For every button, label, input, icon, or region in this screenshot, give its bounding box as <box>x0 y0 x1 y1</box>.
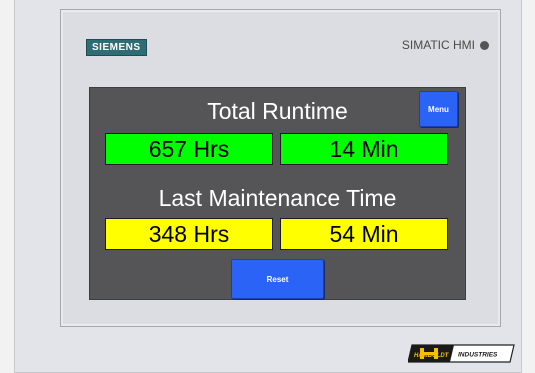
svg-text:HAMBOLDT: HAMBOLDT <box>414 353 450 359</box>
total-runtime-heading: Total Runtime <box>207 98 348 124</box>
status-led-icon <box>480 40 489 50</box>
last-maintenance-minutes: 54 Min <box>280 218 448 250</box>
company-logo: HAMBOLDT INDUSTRIES <box>408 343 516 364</box>
total-runtime-minutes: 14 Min <box>280 133 448 165</box>
svg-text:INDUSTRIES: INDUSTRIES <box>458 352 498 359</box>
reset-button[interactable]: Reset <box>231 259 324 299</box>
siemens-logo: SIEMENS <box>86 39 147 56</box>
hmi-screen: Total Runtime Menu 657 Hrs 14 Min Last M… <box>89 87 466 300</box>
model-name: SIMATIC HMI <box>401 38 475 52</box>
total-runtime-hours: 657 Hrs <box>105 133 273 165</box>
last-maintenance-hours: 348 Hrs <box>105 218 273 250</box>
menu-button[interactable]: Menu <box>419 91 458 127</box>
model-label: SIMATIC HMI <box>402 38 489 52</box>
last-maintenance-heading: Last Maintenance Time <box>158 185 397 211</box>
